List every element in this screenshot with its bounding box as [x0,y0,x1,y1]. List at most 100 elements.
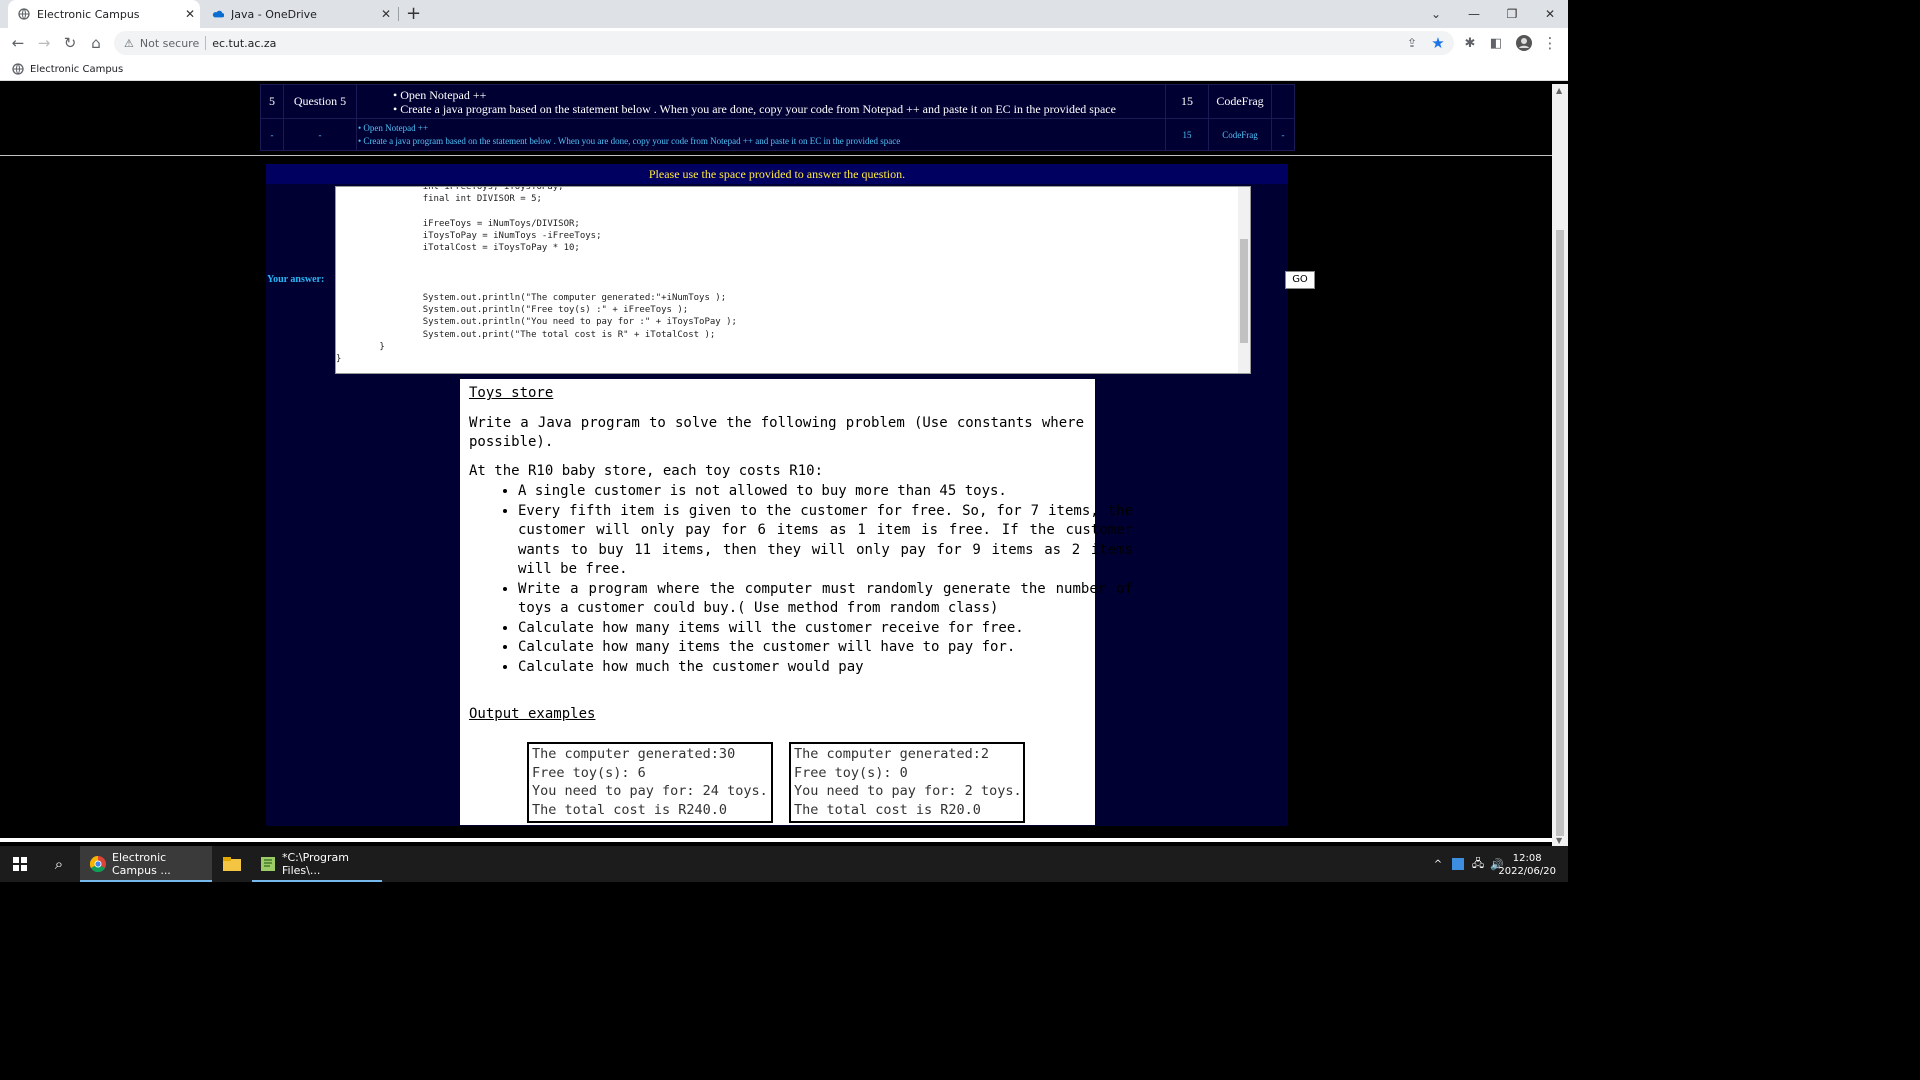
output-example-1: The computer generated:30 Free toy(s): 6… [527,742,773,823]
avatar[interactable] [1514,33,1534,53]
question-type: CodeFrag [1208,84,1272,119]
question-label: Question 5 [283,84,357,119]
output-examples-heading: Output examples [469,706,596,722]
menu-dots-icon[interactable]: ⋮ [1540,33,1560,53]
question-store-text: At the R10 baby store, each toy costs R1… [469,463,824,479]
restore-icon[interactable]: ❐ [1494,0,1530,28]
question-instructions: • Open Notepad ++ • Create a java progra… [356,84,1166,119]
network-icon[interactable]: 🖧 [1470,846,1486,882]
list-item: Calculate how many items the customer wi… [518,638,1133,658]
go-button[interactable]: GO [1285,271,1315,289]
start-windows-icon[interactable] [0,846,40,882]
warning-icon: ⚠ [124,36,134,50]
reload-icon[interactable]: ↻ [60,33,80,53]
textarea-scrollbar[interactable] [1238,187,1250,373]
bookmarks-bar: Electronic Campus [0,58,1568,81]
tab-java-onedrive[interactable]: Java - OneDrive ✕ [202,0,396,28]
instruction-line: • Open Notepad ++ [393,87,487,102]
list-item: Every fifth item is given to the custome… [518,502,1133,580]
list-item: Write a program where the computer must … [518,580,1133,619]
bookmark-star-icon[interactable]: ★ [1428,33,1448,53]
taskbar-app-notepadpp[interactable]: *C:\Program Files\... [252,846,382,882]
active-indicator [80,880,212,882]
home-icon[interactable]: ⌂ [86,33,106,53]
answer-code-text[interactable]: int iFreeToys, iToysToPay; final int DIV… [336,187,1250,365]
tab-title: Electronic Campus [37,7,140,21]
window-close-icon[interactable]: ✕ [1532,0,1568,28]
page-content: 5 Question 5 • Open Notepad ++ • Create … [0,84,1552,842]
system-clock[interactable]: 12:08 2022/06/20 [1498,852,1556,878]
page-bottom-edge [0,838,1552,842]
answer-code-textarea[interactable]: int iFreeToys, iToysToPay; final int DIV… [335,186,1251,374]
address-bar[interactable]: ⚠ Not secure ec.tut.ac.za [114,31,1454,55]
tab-separator [398,7,399,21]
question-marks: 15 [1165,84,1209,119]
question-title: Toys store [469,385,554,401]
question-number: - [260,118,284,151]
scroll-up-icon[interactable]: ▲ [1556,86,1562,95]
search-icon[interactable]: ⌕ [40,846,78,882]
extensions-icon[interactable]: ✱ [1460,33,1480,53]
close-icon[interactable]: ✕ [376,7,396,21]
clock-date: 2022/06/20 [1498,866,1556,877]
question-document: Toys store Write a Java program to solve… [460,379,1133,825]
taskbar-app-label: Electronic Campus ... [112,851,171,877]
answer-area: Your answer: int iFreeToys, iToysToPay; … [266,184,1315,376]
taskbar-app-label: *C:\Program Files\... [282,851,350,877]
notepad-plus-plus-icon [260,856,276,872]
new-tab-icon[interactable]: + [406,3,421,24]
taskbar: ⌕ Electronic Campus ... *C:\Program File… [0,846,1568,882]
question-type: CodeFrag [1208,118,1272,151]
question-panel: Toys store Write a Java program to solve… [266,376,1288,826]
bookmark-electronic-campus[interactable]: Electronic Campus [30,64,123,75]
minimize-icon[interactable]: — [1456,0,1492,28]
address-divider [205,36,207,50]
page-scrollbar[interactable]: ▲ ▼ [1552,84,1568,846]
taskbar-app-chrome[interactable]: Electronic Campus ... [80,846,212,882]
requirements-list: A single customer is not allowed to buy … [469,482,1133,677]
tab-title: Java - OneDrive [231,7,317,21]
list-item: Calculate how many items will the custom… [518,619,1133,639]
divider [0,155,1552,156]
active-indicator [252,880,382,882]
question-intro: Write a Java program to solve the follow… [469,415,1084,450]
url-text[interactable]: ec.tut.ac.za [212,37,276,50]
tray-app-icon[interactable] [1450,846,1466,882]
question-marks: 15 [1165,118,1209,151]
tray-chevron-icon[interactable]: ^ [1430,846,1446,882]
share-icon[interactable]: ⇪ [1402,33,1422,53]
file-explorer-icon[interactable] [220,846,244,882]
tab-search-chevron-icon[interactable]: ⌄ [1418,0,1454,28]
scroll-down-icon[interactable]: ▼ [1556,836,1562,845]
forward-icon[interactable]: → [34,33,54,53]
side-panel-icon[interactable]: ◧ [1486,33,1506,53]
question-instructions: • Open Notepad ++ • Create a java progra… [356,118,1166,151]
table-row: - - • Open Notepad ++ • Create a java pr… [260,118,1295,151]
instruction-line: • Create a java program based on the sta… [393,101,1116,116]
answer-label: Your answer: [267,274,325,285]
tab-strip: Electronic Campus ✕ Java - OneDrive ✕ + … [0,0,1568,28]
answer-prompt: Please use the space provided to answer … [266,164,1288,184]
clock-time: 12:08 [1512,853,1542,864]
table-cell-empty [1271,84,1295,119]
list-item: A single customer is not allowed to buy … [518,482,1133,502]
scrollbar-thumb[interactable] [1556,230,1564,836]
question-label: - [283,118,357,151]
scrollbar-thumb[interactable] [1240,239,1248,343]
table-cell-end: - [1271,118,1295,151]
table-row: 5 Question 5 • Open Notepad ++ • Create … [260,84,1295,119]
output-example-2: The computer generated:2 Free toy(s): 0 … [789,742,1025,823]
instruction-line: • Create a java program based on the sta… [358,135,901,146]
globe-icon [18,8,30,20]
question-table: 5 Question 5 • Open Notepad ++ • Create … [260,84,1295,151]
onedrive-cloud-icon [212,8,224,20]
list-item: Calculate how much the customer would pa… [518,658,1133,678]
security-label[interactable]: Not secure [140,37,199,50]
globe-icon [12,63,24,75]
tab-electronic-campus[interactable]: Electronic Campus ✕ [8,0,200,28]
instruction-line: • Open Notepad ++ [358,122,429,133]
chrome-icon [90,856,106,872]
back-icon[interactable]: ← [8,33,28,53]
close-icon[interactable]: ✕ [180,7,200,21]
question-number: 5 [260,84,284,119]
